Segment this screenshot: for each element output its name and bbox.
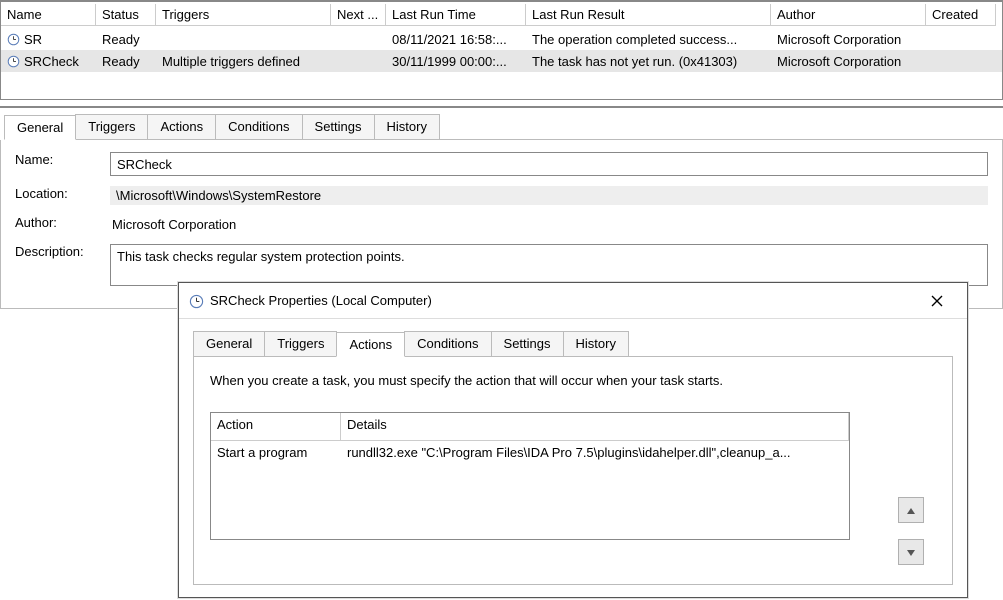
detail-tabs: General Triggers Actions Conditions Sett… bbox=[4, 108, 1003, 140]
location-label: Location: bbox=[15, 186, 110, 201]
task-triggers: Multiple triggers defined bbox=[156, 52, 331, 71]
dialog-titlebar[interactable]: SRCheck Properties (Local Computer) bbox=[179, 283, 967, 319]
actions-help-text: When you create a task, you must specify… bbox=[210, 373, 936, 388]
task-properties-dialog: SRCheck Properties (Local Computer) Gene… bbox=[178, 282, 968, 598]
action-type: Start a program bbox=[211, 441, 341, 539]
tab-actions[interactable]: Actions bbox=[336, 332, 405, 357]
action-row[interactable]: Start a program rundll32.exe "C:\Program… bbox=[211, 441, 849, 539]
name-field[interactable] bbox=[110, 152, 988, 176]
name-label: Name: bbox=[15, 152, 110, 167]
move-up-button[interactable] bbox=[898, 497, 924, 523]
dialog-tabs: General Triggers Actions Conditions Sett… bbox=[193, 327, 953, 357]
task-created bbox=[926, 59, 996, 63]
tab-conditions[interactable]: Conditions bbox=[215, 114, 302, 139]
task-last-run-result: The task has not yet run. (0x41303) bbox=[526, 52, 771, 71]
task-author: Microsoft Corporation bbox=[771, 30, 926, 49]
action-details: rundll32.exe "C:\Program Files\IDA Pro 7… bbox=[341, 441, 849, 539]
task-row[interactable]: SRCheck Ready Multiple triggers defined … bbox=[1, 50, 1002, 72]
task-triggers bbox=[156, 37, 331, 41]
col-author[interactable]: Author bbox=[771, 4, 926, 26]
tab-conditions[interactable]: Conditions bbox=[404, 331, 491, 356]
tab-triggers[interactable]: Triggers bbox=[264, 331, 337, 356]
arrow-down-icon bbox=[906, 545, 916, 560]
col-action[interactable]: Action bbox=[211, 413, 341, 441]
col-status[interactable]: Status bbox=[96, 4, 156, 26]
col-last-run-time[interactable]: Last Run Time bbox=[386, 4, 526, 26]
close-icon bbox=[931, 295, 943, 307]
task-name: SRCheck bbox=[24, 54, 79, 69]
dialog-title: SRCheck Properties (Local Computer) bbox=[210, 293, 917, 308]
task-last-run-time: 30/11/1999 00:00:... bbox=[386, 52, 526, 71]
location-value: \Microsoft\Windows\SystemRestore bbox=[110, 186, 988, 205]
tab-general[interactable]: General bbox=[193, 331, 265, 356]
col-next[interactable]: Next ... bbox=[331, 4, 386, 26]
task-row[interactable]: SR Ready 08/11/2021 16:58:... The operat… bbox=[1, 28, 1002, 50]
task-list: Name Status Triggers Next ... Last Run T… bbox=[0, 0, 1003, 100]
task-icon bbox=[7, 33, 20, 46]
arrow-up-icon bbox=[906, 503, 916, 518]
col-last-run-result[interactable]: Last Run Result bbox=[526, 4, 771, 26]
col-created[interactable]: Created bbox=[926, 4, 996, 26]
task-list-header: Name Status Triggers Next ... Last Run T… bbox=[1, 2, 1002, 28]
tab-general[interactable]: General bbox=[4, 115, 76, 140]
task-next bbox=[331, 59, 386, 63]
col-name[interactable]: Name bbox=[1, 4, 96, 26]
task-icon bbox=[7, 55, 20, 68]
task-details-pane: General Triggers Actions Conditions Sett… bbox=[0, 106, 1003, 309]
task-last-run-result: The operation completed success... bbox=[526, 30, 771, 49]
task-icon bbox=[189, 294, 202, 307]
author-label: Author: bbox=[15, 215, 110, 230]
reorder-buttons bbox=[898, 497, 924, 565]
actions-list-header: Action Details bbox=[211, 413, 849, 441]
task-last-run-time: 08/11/2021 16:58:... bbox=[386, 30, 526, 49]
tab-actions[interactable]: Actions bbox=[147, 114, 216, 139]
tab-triggers[interactable]: Triggers bbox=[75, 114, 148, 139]
tab-settings[interactable]: Settings bbox=[302, 114, 375, 139]
tab-history[interactable]: History bbox=[374, 114, 440, 139]
actions-list[interactable]: Action Details Start a program rundll32.… bbox=[210, 412, 850, 540]
actions-panel: When you create a task, you must specify… bbox=[193, 357, 953, 585]
author-value: Microsoft Corporation bbox=[110, 215, 988, 234]
tab-settings[interactable]: Settings bbox=[491, 331, 564, 356]
task-name: SR bbox=[24, 32, 42, 47]
col-triggers[interactable]: Triggers bbox=[156, 4, 331, 26]
description-label: Description: bbox=[15, 244, 110, 259]
task-author: Microsoft Corporation bbox=[771, 52, 926, 71]
description-field[interactable]: This task checks regular system protecti… bbox=[110, 244, 988, 286]
move-down-button[interactable] bbox=[898, 539, 924, 565]
tab-history[interactable]: History bbox=[563, 331, 629, 356]
task-status: Ready bbox=[96, 52, 156, 71]
col-details[interactable]: Details bbox=[341, 413, 849, 441]
task-status: Ready bbox=[96, 30, 156, 49]
close-button[interactable] bbox=[917, 286, 957, 316]
task-created bbox=[926, 37, 996, 41]
task-next bbox=[331, 37, 386, 41]
